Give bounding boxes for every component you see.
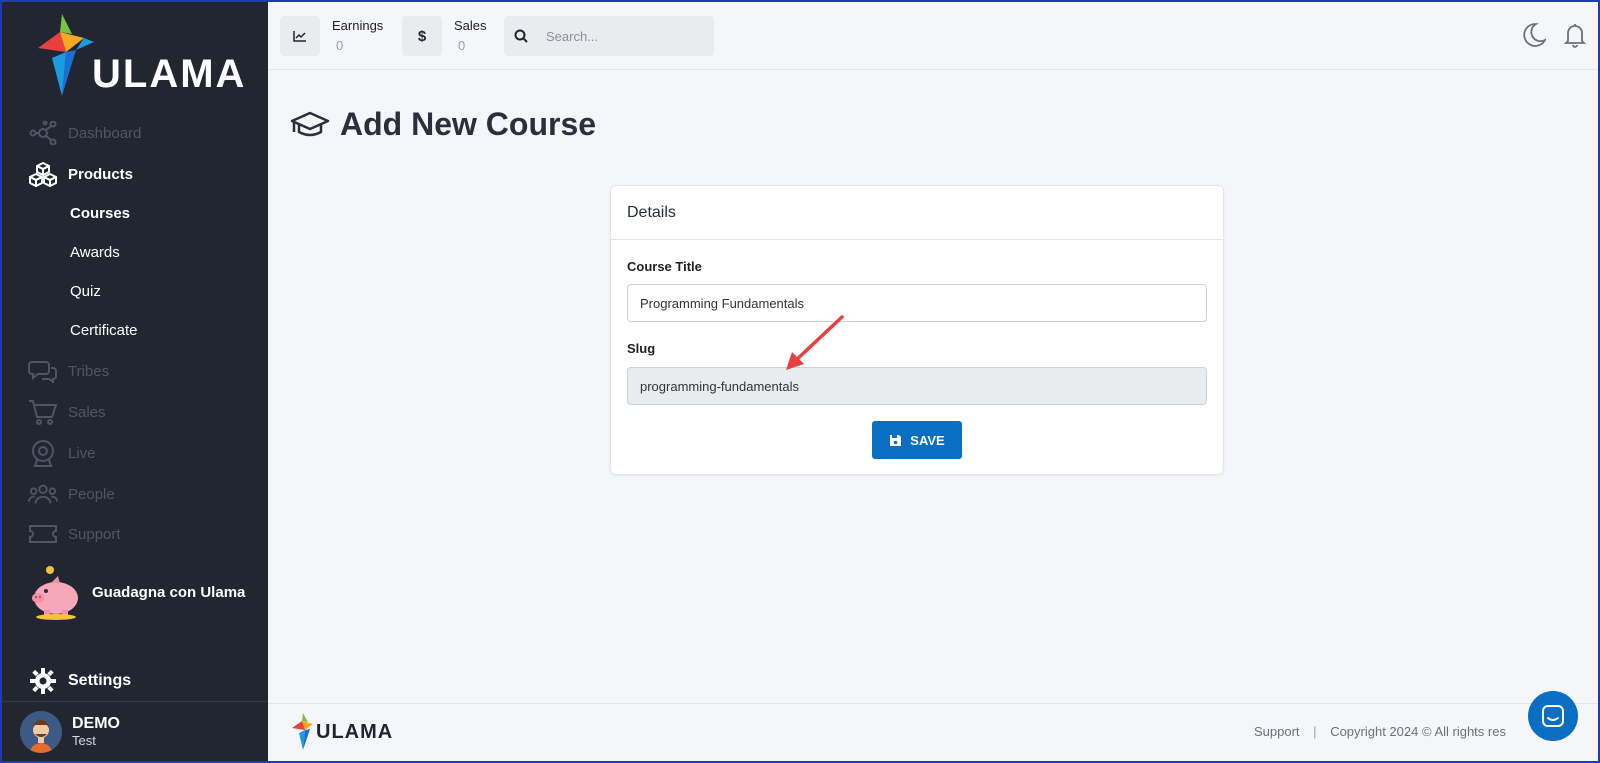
top-actions — [1520, 22, 1588, 48]
moon-icon[interactable] — [1520, 22, 1546, 48]
search-input[interactable] — [546, 28, 686, 44]
graduation-cap-icon — [290, 111, 330, 136]
save-button-label: SAVE — [910, 432, 945, 448]
page-title: Add New Course — [290, 106, 596, 143]
earnings-label: Earnings — [332, 18, 384, 33]
ticket-icon — [28, 519, 58, 549]
avatar[interactable] — [20, 710, 62, 753]
footer-support-link[interactable]: Support — [1254, 724, 1300, 739]
annotation-arrow-icon — [786, 315, 844, 370]
footer-copyright: Copyright 2024 © All rights res — [1330, 724, 1506, 739]
course-title-label: Course Title — [627, 259, 702, 274]
sidebar-subitem-courses[interactable]: Courses — [70, 205, 130, 222]
user-subtitle: Test — [72, 733, 96, 748]
dollar-icon: $ — [402, 16, 442, 56]
promo-earn-with-ulama[interactable]: Guadagna con Ulama — [28, 564, 245, 620]
webcam-icon — [28, 438, 58, 468]
sidebar-item-label: Support — [68, 525, 121, 543]
sidebar-item-label: Live — [68, 444, 96, 462]
sidebar-subitem-certificate[interactable]: Certificate — [70, 322, 138, 339]
slug-input[interactable] — [627, 367, 1207, 405]
earnings-value: 0 — [336, 38, 344, 53]
search-box[interactable] — [504, 16, 714, 56]
footer-brand-name: ULAMA — [316, 720, 394, 743]
footer-logo[interactable]: ULAMA — [290, 712, 393, 752]
earnings-stat[interactable]: Earnings 0 — [280, 16, 383, 56]
footer-links: Support | Copyright 2024 © All rights re… — [1254, 724, 1506, 739]
settings-label: Settings — [68, 672, 132, 689]
brand-logo[interactable]: ULAMA — [32, 12, 244, 102]
user-name: DEMO — [72, 715, 120, 732]
sidebar-item-label: Products — [68, 165, 134, 183]
sidebar-subitem-awards[interactable]: Awards — [70, 244, 120, 261]
cart-icon — [28, 397, 58, 427]
people-icon — [28, 479, 58, 509]
chat-bubble-icon — [1542, 705, 1564, 727]
sidebar-item-label: Sales — [68, 403, 106, 421]
sidebar: ULAMA Dashboard Products Courses Awards … — [2, 2, 268, 761]
sidebar-item-sales[interactable]: Sales — [28, 397, 106, 427]
slug-label: Slug — [627, 341, 656, 356]
sidebar-item-dashboard[interactable]: Dashboard — [28, 118, 141, 148]
sidebar-item-settings[interactable]: Settings — [30, 668, 131, 694]
card-header: Details — [611, 186, 1223, 240]
search-icon — [514, 29, 528, 43]
sidebar-item-label: People — [68, 485, 115, 503]
chat-launcher-button[interactable] — [1528, 691, 1578, 741]
sidebar-item-people[interactable]: People — [28, 479, 115, 509]
gear-icon — [30, 668, 56, 694]
promo-label: Guadagna con Ulama — [92, 583, 246, 601]
chat-icon — [28, 356, 58, 386]
sales-stat[interactable]: $ Sales 0 — [402, 16, 487, 56]
cubes-icon — [28, 159, 58, 189]
user-profile[interactable]: DEMO Test — [2, 701, 268, 761]
footer: ULAMA Support | Copyright 2024 © All rig… — [268, 691, 1598, 761]
sidebar-item-live[interactable]: Live — [28, 438, 96, 468]
sidebar-item-label: Tribes — [68, 362, 110, 380]
sales-label: Sales — [454, 18, 487, 33]
piggy-bank-icon — [32, 566, 78, 620]
save-button[interactable]: SAVE — [872, 421, 962, 459]
sidebar-item-label: Dashboard — [68, 124, 142, 142]
top-bar: Earnings 0 $ Sales 0 — [268, 2, 1598, 70]
brand-name: ULAMA — [92, 52, 247, 96]
page-title-text: Add New Course — [340, 106, 597, 142]
app-window: ULAMA Dashboard Products Courses Awards … — [2, 2, 1598, 761]
floppy-disk-icon — [890, 434, 902, 446]
sidebar-subitem-quiz[interactable]: Quiz — [70, 283, 101, 300]
sales-value: 0 — [458, 38, 466, 53]
course-title-input[interactable] — [627, 284, 1207, 322]
sidebar-item-products[interactable]: Products — [28, 159, 133, 189]
dashboard-icon — [28, 118, 58, 148]
sidebar-item-support[interactable]: Support — [28, 519, 121, 549]
footer-separator: | — [1313, 724, 1317, 739]
details-card: Details Course Title Slug SAVE — [610, 185, 1224, 475]
bell-icon[interactable] — [1562, 22, 1588, 48]
sidebar-item-tribes[interactable]: Tribes — [28, 356, 109, 386]
chart-line-icon — [280, 16, 320, 56]
